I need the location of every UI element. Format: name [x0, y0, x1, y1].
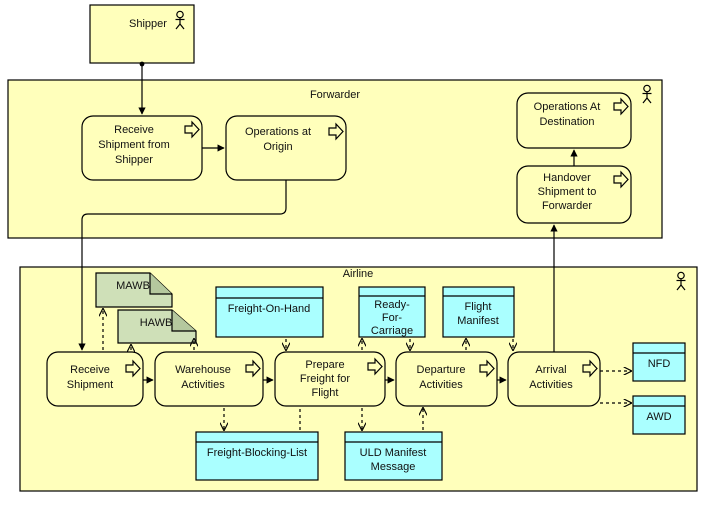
process-operations-at-destination[interactable]: Operations At Destination	[516, 92, 632, 149]
process-label-line-1: Warehouse	[175, 364, 231, 376]
process-label-line-2: Shipment from	[98, 139, 170, 151]
data-object-label-line-1: ULD Manifest	[360, 447, 427, 459]
data-object-label-line-3: Carriage	[371, 325, 413, 337]
data-object-nfd[interactable]: NFD	[632, 342, 686, 382]
actor-shipper[interactable]: Shipper	[89, 4, 195, 64]
process-label-line-3: Flight	[312, 387, 339, 399]
process-label-line-1: Handover	[543, 172, 591, 184]
process-label-line-1: Operations At	[534, 101, 601, 113]
process-prepare-freight-for-flight[interactable]: Prepare Freight for Flight	[274, 351, 386, 407]
data-object-awd[interactable]: AWD	[632, 395, 686, 435]
lane-forwarder-label: Forwarder	[310, 89, 360, 101]
process-label-line-2: Shipment to	[538, 186, 597, 198]
data-object-label-line-2: Manifest	[457, 315, 499, 327]
process-arrival-activities[interactable]: Arrival Activities	[507, 351, 601, 407]
process-operations-at-origin[interactable]: Operations at Origin	[225, 115, 347, 181]
process-label-line-2: Destination	[539, 116, 594, 128]
process-label-line-3: Shipper	[115, 154, 153, 166]
process-label-line-2: Activities	[529, 379, 573, 391]
process-label-line-1: Prepare	[305, 359, 344, 371]
document-mawb-label: MAWB	[116, 280, 150, 292]
process-label-line-2: Activities	[419, 379, 463, 391]
process-label-line-1: Arrival	[535, 364, 566, 376]
data-object-freight-on-hand[interactable]: Freight-On-Hand	[215, 286, 324, 338]
process-label-line-1: Receive	[70, 364, 110, 376]
actor-shipper-box[interactable]	[89, 4, 195, 64]
data-object-uld-manifest-message[interactable]: ULD Manifest Message	[344, 431, 443, 481]
data-object-freight-blocking-list[interactable]: Freight-Blocking-List	[195, 431, 319, 481]
process-label-line-1: Operations at	[245, 126, 311, 138]
data-object-awd-label: AWD	[646, 411, 671, 423]
data-object-nfd-label: NFD	[648, 358, 671, 370]
data-object-label-line-1: Ready-	[374, 299, 410, 311]
process-receive-shipment[interactable]: Receive Shipment	[46, 351, 144, 407]
process-label-line-1: Receive	[114, 124, 154, 136]
process-label-line-2: Activities	[181, 379, 225, 391]
process-receive-shipment-from-shipper[interactable]: Receive Shipment from Shipper	[81, 115, 203, 181]
data-object-label-line-2: Message	[371, 461, 416, 473]
process-label-line-3: Forwarder	[542, 200, 592, 212]
data-object-ready-for-carriage[interactable]: Ready- For- Carriage	[358, 286, 426, 338]
process-label-line-1: Departure	[417, 364, 466, 376]
data-object-label-line-2: For-	[382, 312, 403, 324]
process-label-line-2: Shipment	[67, 379, 113, 391]
data-object-freight-on-hand-label: Freight-On-Hand	[228, 303, 311, 315]
lane-airline-label: Airline	[343, 268, 374, 280]
data-object-flight-manifest[interactable]: Flight Manifest	[442, 286, 515, 338]
data-object-label-line-1: Flight	[465, 301, 492, 313]
process-handover-shipment-to-forwarder[interactable]: Handover Shipment to Forwarder	[516, 165, 632, 224]
document-hawb-label: HAWB	[140, 317, 173, 329]
process-label-line-2: Freight for	[300, 373, 350, 385]
process-departure-activities[interactable]: Departure Activities	[395, 351, 498, 407]
actor-shipper-label: Shipper	[129, 18, 167, 30]
process-warehouse-activities[interactable]: Warehouse Activities	[154, 351, 264, 407]
process-diagram-canvas: Shipper Forwarder Receive Shipment from …	[0, 0, 705, 513]
process-label-line-2: Origin	[263, 141, 292, 153]
data-object-freight-blocking-list-label: Freight-Blocking-List	[207, 447, 307, 459]
